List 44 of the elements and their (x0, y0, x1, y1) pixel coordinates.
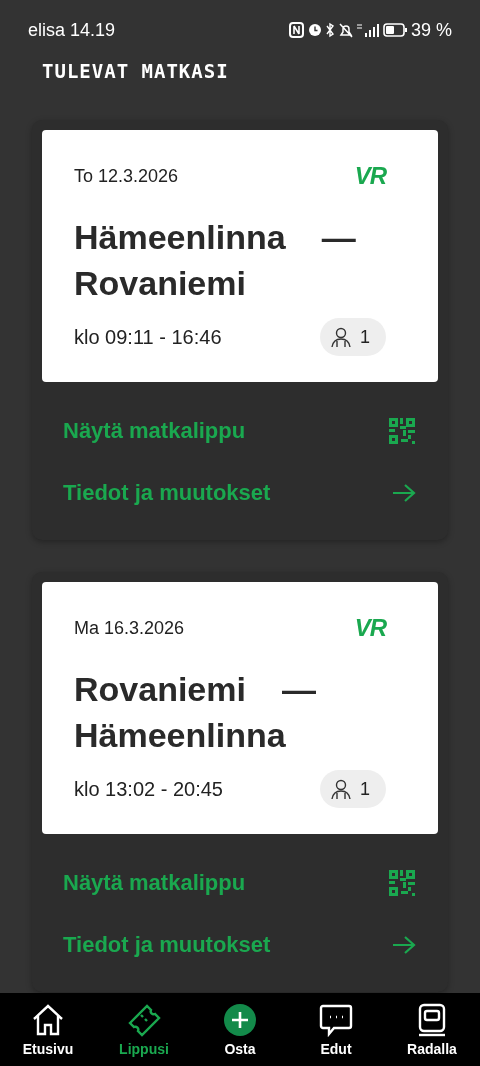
plus-icon (223, 1002, 257, 1037)
qr-code-icon (388, 869, 416, 897)
logo: VR (354, 162, 386, 190)
chat-bubble-icon (319, 1002, 353, 1037)
origin-station: Rovaniemi (74, 669, 246, 710)
origin-station: Hämeenlinna (74, 217, 286, 258)
person-icon (330, 326, 352, 348)
battery-icon (382, 23, 407, 37)
trip-date: To 12.3.2026 (74, 165, 179, 187)
bluetooth-icon (325, 22, 335, 38)
page-title: TULEVAT MATKASI (42, 60, 230, 84)
logo: VR (354, 614, 386, 642)
muted-bell-icon (338, 22, 353, 38)
nav-tab[interactable]: Edut (291, 1002, 381, 1057)
nav-tab[interactable]: Osta (195, 1002, 285, 1057)
passenger-count: 1 (360, 778, 370, 800)
nav-tab[interactable]: Radalla (387, 1002, 477, 1057)
trip-date: Ma 16.3.2026 (74, 617, 185, 639)
alarm-icon (307, 23, 322, 37)
ticket-icon (127, 1002, 161, 1037)
arrow-right-icon (392, 483, 416, 503)
action-link[interactable]: Tiedot ja muutokset (63, 462, 416, 524)
battery-percent: 39 % (410, 19, 452, 41)
nav-tab[interactable]: Etusivu (3, 1002, 93, 1057)
ticket-card[interactable]: To 12.3.2026 VR Hämeenlinna — Rovaniemi klo 09:11 - 16:46 1 (42, 130, 438, 382)
nav-tab[interactable]: Lippusi (99, 1002, 189, 1057)
home-icon (31, 1002, 65, 1037)
route-dash: — (321, 217, 356, 258)
destination-station: Hämeenlinna (74, 715, 287, 756)
status-text: elisa 14.19 (28, 19, 116, 41)
ticket-card[interactable]: Ma 16.3.2026 VR Rovaniemi — Hämeenlinna klo 13:02 - 20:45 1 (42, 582, 438, 834)
action-link[interactable]: Tiedot ja muutokset (63, 914, 416, 976)
person-icon (330, 778, 352, 800)
trip-time: klo 09:11 - 16:46 (74, 325, 222, 349)
trip-time: klo 13:02 - 20:45 (74, 777, 223, 801)
action-link[interactable]: Näytä matkalippu (63, 852, 416, 914)
passenger-count: 1 (360, 326, 370, 348)
route-dash: — (281, 669, 316, 710)
destination-station: Rovaniemi (74, 263, 247, 304)
arrow-right-icon (392, 935, 416, 955)
signal-icon (356, 22, 379, 38)
action-link[interactable]: Näytä matkalippu (63, 400, 416, 462)
nfc-icon (288, 22, 304, 38)
qr-code-icon (388, 417, 416, 445)
